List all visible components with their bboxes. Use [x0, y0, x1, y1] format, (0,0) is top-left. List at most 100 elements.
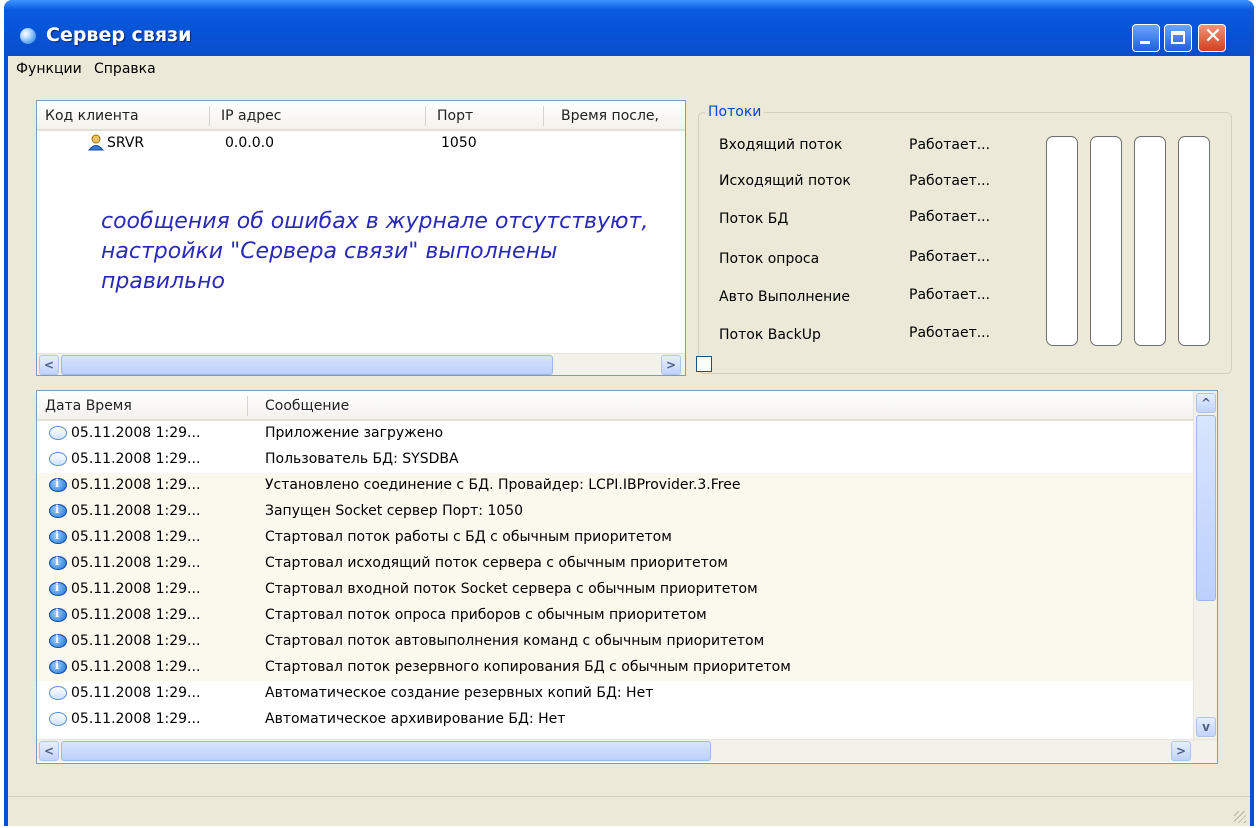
info-bubble-icon: i: [49, 607, 67, 622]
scroll-right-button[interactable]: >: [661, 355, 681, 375]
threads-group-title: Потоки: [705, 104, 765, 120]
thread-status-db: Работает...: [909, 209, 991, 225]
client-port: 1050: [441, 135, 477, 151]
log-datetime: 05.11.2008 1:29...: [71, 555, 201, 571]
clients-horizontal-scrollbar[interactable]: < >: [37, 353, 685, 375]
log-message: Стартовал поток опроса приборов с обычны…: [265, 607, 707, 623]
thread-name-incoming: Входящий поток: [719, 137, 843, 153]
info-bubble-icon: i: [49, 503, 67, 518]
log-row[interactable]: i 05.11.2008 1:29... Стартовал поток работ…: [37, 525, 1193, 551]
column-header-port[interactable]: Порт: [437, 101, 473, 127]
log-datetime: 05.11.2008 1:29...: [71, 607, 201, 623]
log-message: Стартовал исходящий поток сервера с обыч…: [265, 555, 728, 571]
menu-help[interactable]: Справка: [94, 61, 156, 77]
info-glyph: i: [55, 529, 60, 542]
main-window: Сервер связи ✕ Функции Справка Код клиен…: [4, 0, 1254, 826]
close-button[interactable]: ✕: [1198, 24, 1226, 52]
info-glyph: i: [55, 581, 60, 594]
log-datetime: 05.11.2008 1:29...: [71, 425, 201, 441]
info-bubble-icon: i: [49, 581, 67, 596]
resize-grip[interactable]: [1234, 811, 1246, 823]
clients-list[interactable]: Код клиента IP адрес Порт Время после, S…: [36, 100, 686, 376]
log-datetime: 05.11.2008 1:29...: [71, 633, 201, 649]
column-header-last-time[interactable]: Время после,: [561, 101, 659, 127]
status-bar: [8, 796, 1250, 826]
log-message: Стартовал входной поток Socket сервера с…: [265, 581, 758, 597]
info-bubble-icon: i: [49, 477, 67, 492]
log-message: Установлено соединение с БД. Провайдер: …: [265, 477, 741, 493]
column-header-message[interactable]: Сообщение: [265, 391, 349, 417]
thread-name-outgoing: Исходящий поток: [719, 173, 851, 189]
window-client-area: Функции Справка Код клиента IP адрес Пор…: [8, 56, 1250, 826]
scroll-left-button[interactable]: <: [39, 355, 59, 375]
info-glyph: i: [55, 659, 60, 672]
log-row[interactable]: i 05.11.2008 1:29... Стартовал поток автов…: [37, 629, 1193, 655]
log-row[interactable]: i 05.11.2008 1:29... Стартовал поток опрос…: [37, 603, 1193, 629]
log-datetime: 05.11.2008 1:29...: [71, 451, 201, 467]
close-icon: ✕: [1203, 24, 1223, 49]
log-message: Автоматическое создание резервных копий …: [265, 685, 654, 701]
info-glyph: i: [55, 503, 60, 516]
log-datetime: 05.11.2008 1:29...: [71, 659, 201, 675]
scroll-up-button[interactable]: ^: [1196, 393, 1216, 413]
log-row[interactable]: i 05.11.2008 1:29... Запущен Socket сервер…: [37, 499, 1193, 525]
app-icon: [20, 28, 36, 44]
log-row[interactable]: i 05.11.2008 1:29... Стартовал поток резер…: [37, 655, 1193, 681]
maximize-button[interactable]: [1164, 24, 1192, 52]
info-glyph: i: [55, 477, 60, 490]
log-datetime: 05.11.2008 1:29...: [71, 581, 201, 597]
client-code: SRVR: [107, 135, 145, 151]
log-datetime: 05.11.2008 1:29...: [71, 477, 201, 493]
log-message: Приложение загружено: [265, 425, 444, 441]
thread-name-auto-exec: Авто Выполнение: [719, 289, 850, 305]
menu-bar: Функции Справка: [8, 56, 1250, 86]
log-list[interactable]: Дата Время Сообщение 05.11.2008 1:29... П…: [36, 390, 1218, 764]
column-header-ip[interactable]: IP адрес: [221, 101, 281, 127]
log-row[interactable]: 05.11.2008 1:29... Автоматическое архивир…: [37, 707, 1193, 733]
column-header-client-code[interactable]: Код клиента: [45, 101, 139, 127]
message-bubble-icon: [49, 712, 67, 726]
column-header-datetime[interactable]: Дата Время: [45, 391, 132, 417]
thread-gauge-3: [1134, 136, 1166, 346]
log-message: Стартовал поток резервного копирования Б…: [265, 659, 791, 675]
client-row[interactable]: SRVR 0.0.0.0 1050: [37, 131, 677, 157]
thread-status-incoming: Работает...: [909, 137, 991, 153]
log-scroll-right-button[interactable]: >: [1171, 741, 1191, 761]
log-row[interactable]: 05.11.2008 1:29... Приложение загружено: [37, 421, 1193, 447]
log-row[interactable]: 05.11.2008 1:29... Автоматическое создани…: [37, 681, 1193, 707]
log-datetime: 05.11.2008 1:29...: [71, 711, 201, 727]
info-bubble-icon: i: [49, 529, 67, 544]
client-ip: 0.0.0.0: [225, 135, 274, 151]
log-message: Автоматическое архивирование БД: Нет: [265, 711, 566, 727]
log-message: Стартовал поток автовыполнения команд с …: [265, 633, 765, 649]
log-row[interactable]: i 05.11.2008 1:29... Установлено соединени…: [37, 473, 1193, 499]
title-bar[interactable]: Сервер связи ✕: [4, 0, 1254, 56]
thread-gauge-2: [1090, 136, 1122, 346]
log-scroll-left-button[interactable]: <: [39, 741, 59, 761]
log-message: Стартовал поток работы с БД с обычным пр…: [265, 529, 672, 545]
log-row[interactable]: i 05.11.2008 1:29... Стартовал входной пот…: [37, 577, 1193, 603]
thread-status-poll: Работает...: [909, 249, 991, 265]
threads-checkbox[interactable]: [696, 356, 712, 372]
log-row[interactable]: i 05.11.2008 1:29... Стартовал исходящий п…: [37, 551, 1193, 577]
thread-name-poll: Поток опроса: [719, 251, 820, 267]
message-bubble-icon: [49, 452, 67, 466]
log-vertical-scrollbar[interactable]: ^ v: [1193, 391, 1217, 763]
minimize-button[interactable]: [1132, 24, 1160, 52]
log-row[interactable]: 05.11.2008 1:29... Пользователь БД: SYSDB…: [37, 447, 1193, 473]
scroll-down-button[interactable]: v: [1196, 717, 1216, 737]
log-datetime: 05.11.2008 1:29...: [71, 503, 201, 519]
log-hscroll-thumb[interactable]: [61, 741, 711, 761]
log-datetime: 05.11.2008 1:29...: [71, 685, 201, 701]
menu-functions[interactable]: Функции: [16, 61, 82, 77]
message-bubble-icon: [49, 686, 67, 700]
log-vscroll-thumb[interactable]: [1196, 415, 1216, 601]
info-glyph: i: [55, 633, 60, 646]
log-horizontal-scrollbar[interactable]: < >: [37, 739, 1217, 762]
scroll-thumb[interactable]: [61, 355, 553, 375]
log-header: [37, 391, 1193, 421]
log-datetime: 05.11.2008 1:29...: [71, 529, 201, 545]
message-bubble-icon: [49, 426, 67, 440]
thread-name-backup: Поток BackUp: [719, 327, 821, 343]
maximize-icon: [1171, 31, 1185, 44]
